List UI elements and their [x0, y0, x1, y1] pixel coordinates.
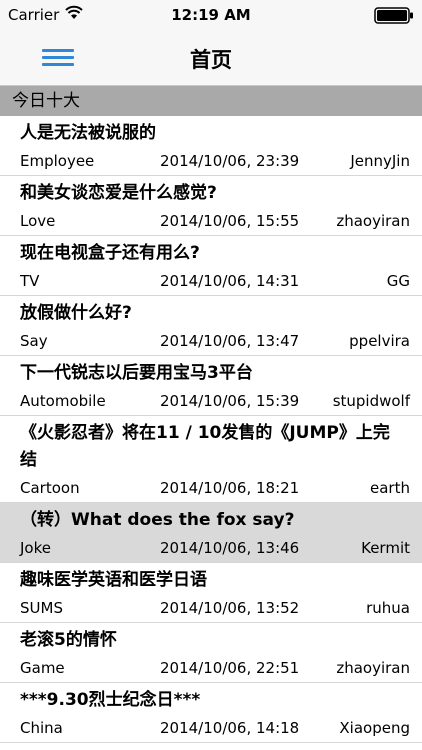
post-title: 老滚5的情怀 [20, 630, 117, 650]
post-author: GG [386, 272, 410, 290]
post-date: 2014/10/06, 18:21 [160, 479, 300, 497]
battery-icon [374, 7, 413, 24]
post-date: 2014/10/06, 15:55 [160, 212, 300, 230]
post-meta: Game 2014/10/06, 22:51 zhaoyiran [0, 654, 422, 682]
list-item[interactable]: ***9.30烈士纪念日*** China 2014/10/06, 14:18 Xia… [0, 683, 422, 743]
post-date: 2014/10/06, 14:18 [160, 719, 300, 737]
list-item[interactable]: 老滚5的情怀 Game 2014/10/06, 22:51 zhaoyiran [0, 623, 422, 683]
post-title: 下一代锐志以后要用宝马3平台 [20, 363, 253, 383]
post-author: stupidwolf [332, 392, 410, 410]
post-meta: Employee 2014/10/06, 23:39 JennyJin [0, 147, 422, 175]
post-category: Game [20, 659, 65, 677]
list-item[interactable]: 放假做什么好? Say 2014/10/06, 13:47 ppelvira [0, 296, 422, 356]
post-title: 趣味医学英语和医学日语 [20, 570, 207, 590]
post-author: ppelvira [349, 332, 410, 350]
post-author: Kermit [361, 539, 410, 557]
post-meta: SUMS 2014/10/06, 13:52 ruhua [0, 594, 422, 622]
list-item[interactable]: 人是无法被说服的 Employee 2014/10/06, 23:39 JennyJi… [0, 116, 422, 176]
post-category: Say [20, 332, 48, 350]
post-category: Employee [20, 152, 95, 170]
section-header: 今日十大 [0, 86, 422, 116]
post-author: zhaoyiran [336, 659, 410, 677]
list-item[interactable]: 下一代锐志以后要用宝马3平台 Automobile 2014/10/06, 15:3… [0, 356, 422, 416]
post-title: ***9.30烈士纪念日*** [20, 690, 201, 710]
post-author: ruhua [366, 599, 410, 617]
post-author: JennyJin [350, 152, 410, 170]
post-meta: TV 2014/10/06, 14:31 GG [0, 267, 422, 295]
post-meta: Joke 2014/10/06, 13:46 Kermit [0, 534, 422, 562]
list-item[interactable]: 趣味医学英语和医学日语 SUMS 2014/10/06, 13:52 ruhua [0, 563, 422, 623]
post-date: 2014/10/06, 13:46 [160, 539, 300, 557]
post-date: 2014/10/06, 14:31 [160, 272, 300, 290]
post-date: 2014/10/06, 22:51 [160, 659, 300, 677]
post-date: 2014/10/06, 13:52 [160, 599, 300, 617]
status-bar: Carrier 12:19 AM [0, 0, 422, 30]
post-category: Cartoon [20, 479, 80, 497]
post-date: 2014/10/06, 15:39 [160, 392, 300, 410]
post-category: Joke [20, 539, 51, 557]
list-item[interactable]: 现在电视盒子还有用么? TV 2014/10/06, 14:31 GG [0, 236, 422, 296]
post-category: TV [20, 272, 40, 290]
post-meta: Say 2014/10/06, 13:47 ppelvira [0, 327, 422, 355]
post-meta: Automobile 2014/10/06, 15:39 stupidwolf [0, 387, 422, 415]
post-meta: Love 2014/10/06, 15:55 zhaoyiran [0, 207, 422, 235]
navigation-bar: 首页 [0, 30, 422, 86]
list-item[interactable]: （转）What does the fox say? Joke 2014/10/06,… [0, 503, 422, 563]
post-category: Automobile [20, 392, 106, 410]
post-date: 2014/10/06, 23:39 [160, 152, 300, 170]
list-item[interactable]: 《火影忍者》将在11 / 10发售的《JUMP》上完结 Cartoon 2014/1… [0, 416, 422, 503]
post-list: 人是无法被说服的 Employee 2014/10/06, 23:39 JennyJi… [0, 116, 422, 743]
post-category: SUMS [20, 599, 63, 617]
post-title: （转）What does the fox say? [20, 510, 295, 530]
post-category: China [20, 719, 63, 737]
post-author: zhaoyiran [336, 212, 410, 230]
page-title: 首页 [190, 48, 232, 72]
post-title: 放假做什么好? [20, 303, 132, 323]
post-title: 人是无法被说服的 [20, 123, 156, 143]
post-category: Love [20, 212, 56, 230]
post-meta: China 2014/10/06, 14:18 Xiaopeng [0, 714, 422, 742]
post-title: 现在电视盒子还有用么? [20, 243, 200, 263]
status-time: 12:19 AM [171, 6, 251, 24]
post-author: earth [370, 479, 410, 497]
post-title: 《火影忍者》将在11 / 10发售的《JUMP》上完结 [20, 423, 390, 470]
post-meta: Cartoon 2014/10/06, 18:21 earth [0, 474, 422, 502]
list-item[interactable]: 和美女谈恋爱是什么感觉? Love 2014/10/06, 15:55 zhaoyir… [0, 176, 422, 236]
post-date: 2014/10/06, 13:47 [160, 332, 300, 350]
post-title: 和美女谈恋爱是什么感觉? [20, 183, 217, 203]
post-author: Xiaopeng [339, 719, 410, 737]
